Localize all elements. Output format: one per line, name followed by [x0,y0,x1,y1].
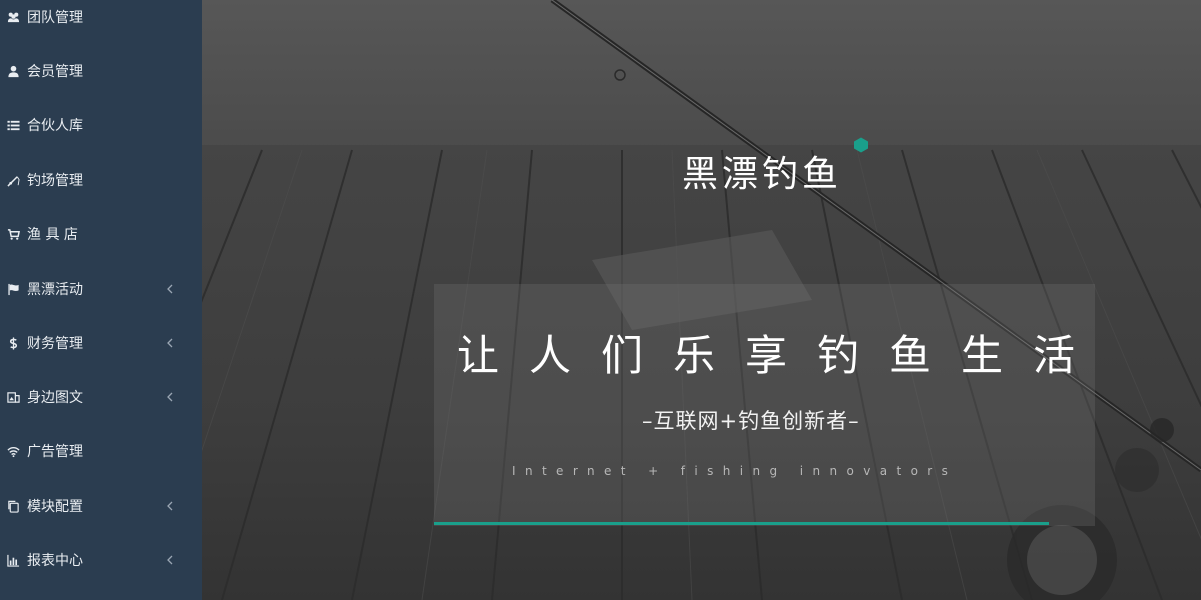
chevron-left-icon [166,284,176,294]
sidebar-item-report-center[interactable]: 报表中心 [0,533,202,587]
chevron-left-icon [166,392,176,402]
bar-chart-icon [6,553,20,567]
sidebar-item-ad-management[interactable]: 广告管理 [0,424,202,478]
user-icon [6,64,20,78]
sidebar-item-label: 渔 具 店 [27,227,78,243]
fishing-rod-icon [6,173,20,187]
sidebar-item-team-management[interactable]: 团队管理 [0,0,202,44]
sidebar-item-module-config[interactable]: 模块配置 [0,479,202,533]
wifi-icon [6,444,20,458]
sidebar-item-label: 报表中心 [27,553,83,569]
sidebar-item-finance-management[interactable]: 财务管理 [0,316,202,370]
sidebar-item-label: 模块配置 [27,499,83,515]
sidebar-item-tackle-shop[interactable]: 渔 具 店 [0,207,202,261]
list-icon [6,118,20,132]
slogan-text: 让人们乐享钓鱼生活 [457,331,1106,380]
sidebar-item-fishing-ground-management[interactable]: 钓场管理 [0,153,202,207]
chevron-left-icon [166,501,176,511]
image-text-icon [6,390,20,404]
sidebar-item-partner-library[interactable]: 合伙人库 [0,98,202,152]
copy-icon [6,499,20,513]
flag-icon [6,282,20,296]
cart-icon [6,227,20,241]
sidebar-item-label: 钓场管理 [27,173,83,189]
sidebar: 团队管理 会员管理 合伙人库 钓场管理 渔 具 店 黑漂活动 财务管理 身边图文… [0,0,202,600]
sidebar-item-label: 财务管理 [27,336,83,352]
accent-underline [434,522,1049,525]
sidebar-item-nearby-posts[interactable]: 身边图文 [0,370,202,424]
slogan-subtitle: –互联网+钓鱼创新者– [642,409,860,433]
sidebar-item-label: 广告管理 [27,444,83,460]
sidebar-item-heipiao-events[interactable]: 黑漂活动 [0,262,202,316]
sidebar-item-label: 团队管理 [27,10,83,26]
chevron-left-icon [166,555,176,565]
sidebar-item-label: 合伙人库 [27,118,83,134]
sidebar-item-label: 身边图文 [27,390,83,406]
users-icon [6,10,20,24]
dollar-icon [6,336,20,350]
brand-hexagon-icon [854,137,868,153]
slogan-english: Internet + fishing innovators [512,464,958,478]
sidebar-item-label: 会员管理 [27,64,83,80]
sidebar-item-member-management[interactable]: 会员管理 [0,44,202,98]
chevron-left-icon [166,338,176,348]
brand-title: 黑漂钓鱼 [682,154,843,195]
sidebar-item-label: 黑漂活动 [27,282,83,298]
hero-banner: 黑漂钓鱼 让人们乐享钓鱼生活 –互联网+钓鱼创新者– Internet + fi… [202,0,1201,600]
